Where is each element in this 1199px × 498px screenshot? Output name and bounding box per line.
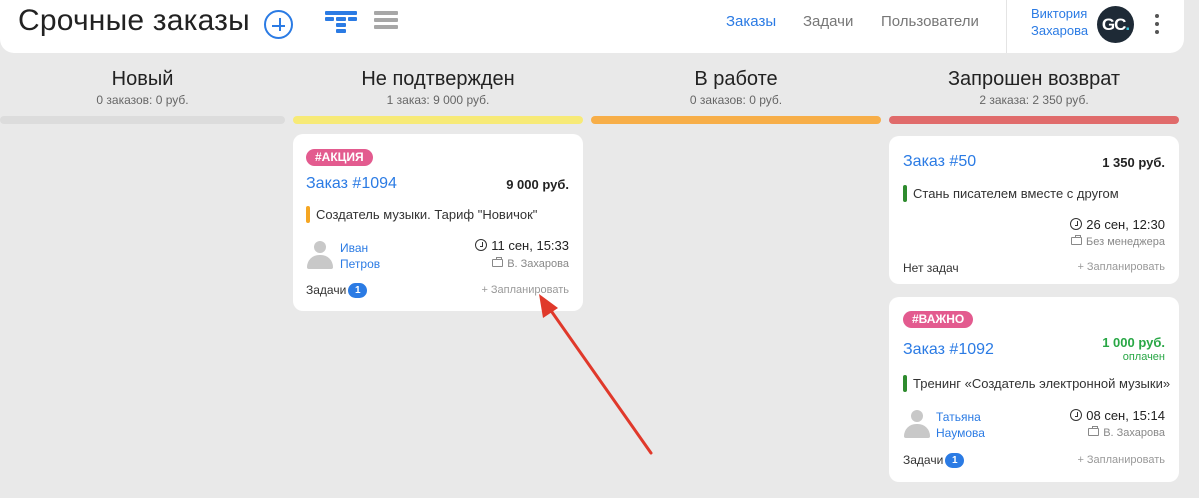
avatar[interactable]: GC. — [1097, 6, 1134, 43]
client-name[interactable]: Татьяна Наумова — [936, 409, 985, 441]
column-header-in-progress: В работе 0 заказов: 0 руб. — [591, 68, 881, 107]
manager: В. Захарова — [492, 257, 569, 270]
column-color-bar — [0, 116, 285, 124]
manager-name: Без менеджера — [1086, 236, 1165, 248]
deadline-text: 11 сен, 15:33 — [491, 238, 569, 253]
client-name[interactable]: Иван Петров — [340, 240, 380, 272]
product-name: Создатель музыки. Тариф "Новичок" — [306, 206, 537, 223]
deadline: 08 сен, 15:14 — [1070, 408, 1165, 423]
column-color-bar — [591, 116, 881, 124]
annotation-arrow-line — [545, 303, 653, 455]
add-order-button[interactable] — [264, 10, 293, 39]
more-vertical-icon[interactable] — [1153, 14, 1161, 34]
client-first-name: Иван — [340, 241, 369, 255]
manager-name: В. Захарова — [1103, 427, 1165, 439]
tasks-count-badge: 1 — [945, 453, 965, 468]
manager: Без менеджера — [1071, 235, 1165, 248]
manager: В. Захарова — [1088, 426, 1165, 439]
nav-users[interactable]: Пользователи — [881, 13, 979, 30]
top-header: Срочные заказы Заказы Задачи Пользовател… — [0, 0, 1184, 53]
user-silhouette-icon — [904, 410, 930, 438]
column-color-bar — [889, 116, 1179, 124]
tasks-label: Задачи — [306, 283, 347, 297]
briefcase-icon — [1071, 235, 1083, 245]
column-header-refund-requested: Запрошен возврат 2 заказа: 2 350 руб. — [889, 68, 1179, 107]
schedule-task-link[interactable]: + Запланировать — [1077, 454, 1165, 466]
order-link[interactable]: Заказ #50 — [903, 153, 976, 171]
tag-badge: #АКЦИЯ — [306, 149, 373, 166]
order-price: 1 000 руб. — [1102, 335, 1165, 350]
deadline: 26 сен, 12:30 — [1070, 217, 1165, 232]
user-first-name: Виктория — [1031, 6, 1088, 21]
tasks-label: Задачи — [903, 453, 944, 467]
list-view-icon[interactable] — [374, 11, 398, 33]
product-name: Тренинг «Создатель электронной музыки» — [903, 375, 1170, 392]
header-divider — [1006, 0, 1007, 53]
column-summary: 1 заказ: 9 000 руб. — [386, 93, 490, 107]
column-header-unconfirmed: Не подтвержден 1 заказ: 9 000 руб. — [293, 68, 583, 107]
kanban-view-icon[interactable] — [325, 11, 357, 33]
briefcase-icon — [492, 257, 504, 267]
tasks-counter[interactable]: Нет задач — [903, 261, 959, 275]
order-card-1092[interactable]: #ВАЖНО Заказ #1092 1 000 руб. оплачен Тр… — [889, 297, 1179, 482]
column-summary: 0 заказов: 0 руб. — [689, 93, 783, 107]
column-title: Не подтвержден — [361, 68, 515, 90]
deadline-text: 08 сен, 15:14 — [1086, 408, 1165, 423]
client-first-name: Татьяна — [936, 410, 981, 424]
clock-icon — [1070, 409, 1083, 421]
nav-orders[interactable]: Заказы — [726, 13, 776, 30]
tag-badge: #ВАЖНО — [903, 311, 974, 328]
order-card-50[interactable]: Заказ #50 1 350 руб. Стань писателем вме… — [889, 136, 1179, 284]
manager-name: В. Захарова — [507, 258, 569, 270]
product-name: Стань писателем вместе с другом — [903, 185, 1119, 202]
current-user-name[interactable]: Виктория Захарова — [1031, 5, 1088, 39]
order-link[interactable]: Заказ #1094 — [306, 175, 397, 193]
payment-status: оплачен — [1122, 351, 1165, 363]
tasks-count-badge: 1 — [348, 283, 368, 298]
schedule-task-link[interactable]: + Запланировать — [481, 284, 569, 296]
deadline: 11 сен, 15:33 — [475, 238, 569, 253]
clock-icon — [1070, 218, 1083, 230]
client-last-name: Наумова — [936, 426, 985, 440]
client-last-name: Петров — [340, 257, 381, 271]
clock-icon — [475, 239, 488, 251]
nav-tasks[interactable]: Задачи — [803, 13, 853, 30]
page-title: Срочные заказы — [18, 4, 250, 37]
user-silhouette-icon — [307, 241, 333, 269]
schedule-task-link[interactable]: + Запланировать — [1077, 261, 1165, 273]
tasks-counter[interactable]: Задачи 1 — [903, 453, 965, 468]
briefcase-icon — [1088, 426, 1100, 436]
column-color-bar — [293, 116, 583, 124]
deadline-text: 26 сен, 12:30 — [1086, 217, 1165, 232]
column-summary: 0 заказов: 0 руб. — [96, 93, 189, 107]
avatar-dot: . — [1125, 14, 1130, 34]
order-price: 9 000 руб. — [506, 177, 569, 192]
order-price: 1 350 руб. — [1102, 155, 1165, 170]
column-summary: 2 заказа: 2 350 руб. — [979, 93, 1089, 107]
tasks-counter[interactable]: Задачи 1 — [306, 283, 368, 298]
column-title: Новый — [111, 68, 174, 90]
order-card-1094[interactable]: #АКЦИЯ Заказ #1094 9 000 руб. Создатель … — [293, 134, 583, 311]
avatar-initials: GC — [1101, 14, 1126, 34]
column-title: В работе — [694, 68, 778, 90]
user-last-name: Захарова — [1031, 23, 1089, 38]
column-title: Запрошен возврат — [947, 68, 1121, 90]
column-header-new: Новый 0 заказов: 0 руб. — [0, 68, 285, 107]
order-link[interactable]: Заказ #1092 — [903, 341, 994, 359]
